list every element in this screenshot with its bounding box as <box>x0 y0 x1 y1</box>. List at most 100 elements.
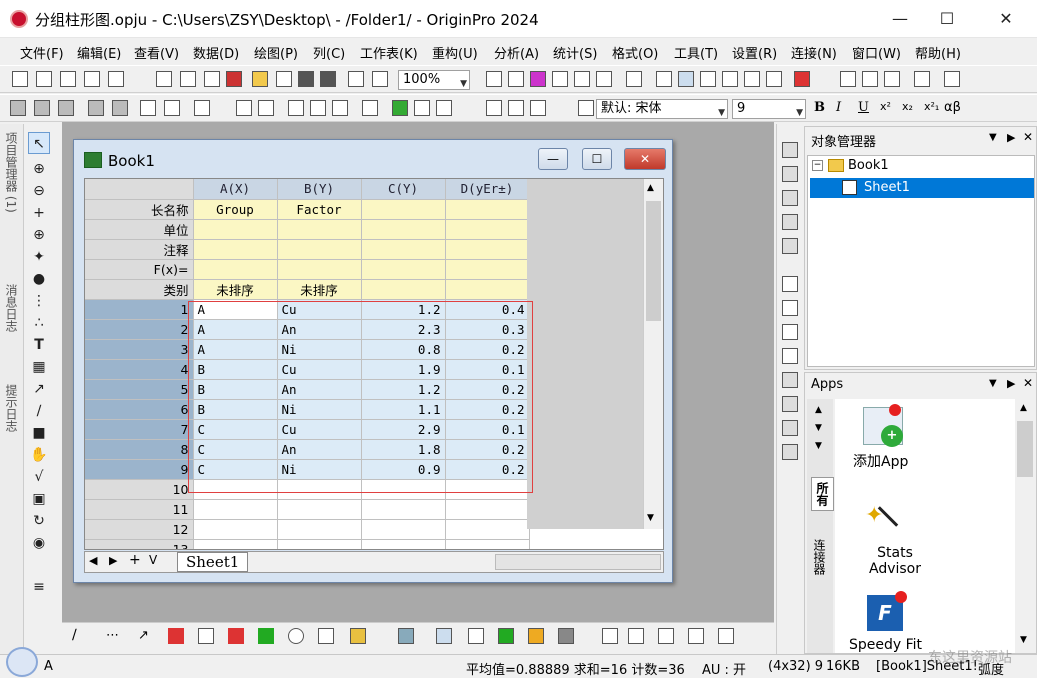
row-number[interactable]: 3 <box>85 339 194 360</box>
screen-reader-icon[interactable]: ⊕ <box>28 224 50 246</box>
next-sheet-icon[interactable]: ▶ <box>109 554 117 567</box>
add-column-icon[interactable] <box>794 71 810 87</box>
3d-tool-icon[interactable]: ◉ <box>28 532 50 554</box>
data-reader-icon[interactable] <box>678 71 694 87</box>
menu-tools[interactable]: 工具(T) <box>674 43 718 62</box>
menu-view[interactable]: 查看(V) <box>134 43 179 62</box>
app-label-add[interactable]: 添加App <box>853 451 908 471</box>
ungroup-icon[interactable] <box>782 444 798 460</box>
new-matrix-icon[interactable] <box>84 71 100 87</box>
book-close-button[interactable]: ✕ <box>624 148 666 170</box>
row-number[interactable]: 9 <box>85 459 194 480</box>
text-tool-icon[interactable]: T <box>28 334 50 356</box>
panel-menu-icon[interactable]: ▼ <box>989 132 997 143</box>
supsub-icon[interactable]: x²₁ <box>924 100 939 113</box>
long-name-cell[interactable]: Factor <box>277 199 362 220</box>
menu-file[interactable]: 文件(F) <box>20 43 64 62</box>
scroll-down-icon[interactable]: ▼ <box>647 513 654 523</box>
cell-d[interactable] <box>445 499 530 520</box>
menu-connect[interactable]: 连接(N) <box>791 43 837 62</box>
tree-item-book[interactable]: Book1 <box>848 158 889 173</box>
units-cell[interactable] <box>445 219 530 240</box>
hand-tool-icon[interactable]: ✋ <box>28 444 50 466</box>
add-sheet-icon[interactable]: + <box>129 552 141 568</box>
category-cell[interactable] <box>445 279 530 300</box>
menu-settings[interactable]: 设置(R) <box>732 43 777 62</box>
smart-hint-icon[interactable] <box>744 71 760 87</box>
pin-icon[interactable]: ▶ <box>1007 377 1015 390</box>
tree-item-sheet[interactable]: Sheet1 <box>864 180 910 195</box>
cell-c[interactable] <box>361 499 446 520</box>
menu-statistics[interactable]: 统计(S) <box>553 43 597 62</box>
image-plot-icon[interactable] <box>528 628 544 644</box>
long-name-cell[interactable] <box>361 199 446 220</box>
arrow-left-icon[interactable] <box>10 100 26 116</box>
row-number[interactable]: 7 <box>85 419 194 440</box>
arrow-right-icon[interactable] <box>34 100 50 116</box>
panel-menu-icon[interactable]: ▼ <box>989 378 997 389</box>
menu-column[interactable]: 列(C) <box>313 43 345 62</box>
box-plot-icon[interactable] <box>228 628 244 644</box>
column-plot-icon[interactable] <box>168 628 184 644</box>
collapse-icon[interactable]: ▼ <box>815 441 822 451</box>
new-excel-icon[interactable] <box>204 71 220 87</box>
book-maximize-button[interactable]: ☐ <box>582 148 612 170</box>
row-number[interactable]: 13 <box>85 539 194 549</box>
row-number[interactable]: 5 <box>85 379 194 400</box>
duplicate-icon[interactable] <box>508 71 524 87</box>
new-function-icon[interactable] <box>108 71 124 87</box>
menu-format[interactable]: 格式(O) <box>612 43 658 62</box>
menu-help[interactable]: 帮助(H) <box>915 43 961 62</box>
cell-d[interactable] <box>445 539 530 549</box>
polar-plot-icon[interactable] <box>288 628 304 644</box>
3d-scatter-icon[interactable] <box>468 628 484 644</box>
collapse-icon[interactable]: − <box>812 160 823 171</box>
col-error-icon[interactable] <box>310 100 326 116</box>
import-icon[interactable] <box>348 71 364 87</box>
row-number[interactable]: 6 <box>85 399 194 420</box>
vertical-scrollbar[interactable]: ▲ ▼ <box>643 179 663 529</box>
category-cell[interactable]: 未排序 <box>277 279 362 300</box>
stack-icon[interactable] <box>782 348 798 364</box>
minimize-button[interactable]: — <box>880 6 920 32</box>
find-icon[interactable] <box>656 71 672 87</box>
close-button[interactable]: ✕ <box>986 6 1026 32</box>
scroll-up-icon[interactable]: ▲ <box>1020 403 1027 413</box>
line-plot-icon[interactable]: ∕ <box>72 628 88 644</box>
comment-cell[interactable] <box>277 239 362 260</box>
layer-icon[interactable] <box>58 100 74 116</box>
script-window-icon[interactable] <box>574 71 590 87</box>
pointer-icon[interactable]: ↖ <box>28 132 50 154</box>
units-cell[interactable] <box>193 219 278 240</box>
superscript-icon[interactable]: x² <box>880 100 891 113</box>
greek-icon[interactable]: αβ <box>944 100 961 115</box>
long-name-cell[interactable] <box>445 199 530 220</box>
scroll-thumb[interactable] <box>646 201 661 321</box>
hint-log-tab[interactable]: 提示日志 <box>3 384 20 432</box>
col-disregard-icon[interactable] <box>362 100 378 116</box>
data-reader-tool-icon[interactable]: ✦ <box>28 246 50 268</box>
results-log-icon[interactable] <box>596 71 612 87</box>
3d-bar-icon[interactable] <box>436 628 452 644</box>
merge-icon[interactable] <box>112 100 128 116</box>
image-tool-icon[interactable]: ▣ <box>28 488 50 510</box>
annotation-icon[interactable]: ● <box>28 268 50 290</box>
mask-icon[interactable]: ∴ <box>28 312 50 334</box>
row-number[interactable]: 2 <box>85 319 194 340</box>
subscript-icon[interactable]: x₂ <box>902 100 913 113</box>
menu-strip-icon[interactable]: ≡ <box>28 576 50 598</box>
3d-surface-icon[interactable] <box>398 628 414 644</box>
contour-plot-icon[interactable] <box>258 628 274 644</box>
expand-icon[interactable]: ▼ <box>815 423 822 433</box>
recalculate-icon[interactable] <box>226 71 242 87</box>
legend-icon[interactable] <box>782 214 798 230</box>
sheet-list-icon[interactable]: V <box>149 553 157 567</box>
set-values-icon[interactable] <box>914 71 930 87</box>
group-icon[interactable] <box>782 420 798 436</box>
apps-tab-connectors[interactable]: 连接器 <box>811 539 828 575</box>
project-explorer-icon[interactable] <box>626 71 642 87</box>
cell-c[interactable] <box>361 539 446 549</box>
menu-reshape[interactable]: 重构(U) <box>432 43 478 62</box>
formula-cell[interactable] <box>445 259 530 280</box>
open-icon[interactable] <box>252 71 268 87</box>
